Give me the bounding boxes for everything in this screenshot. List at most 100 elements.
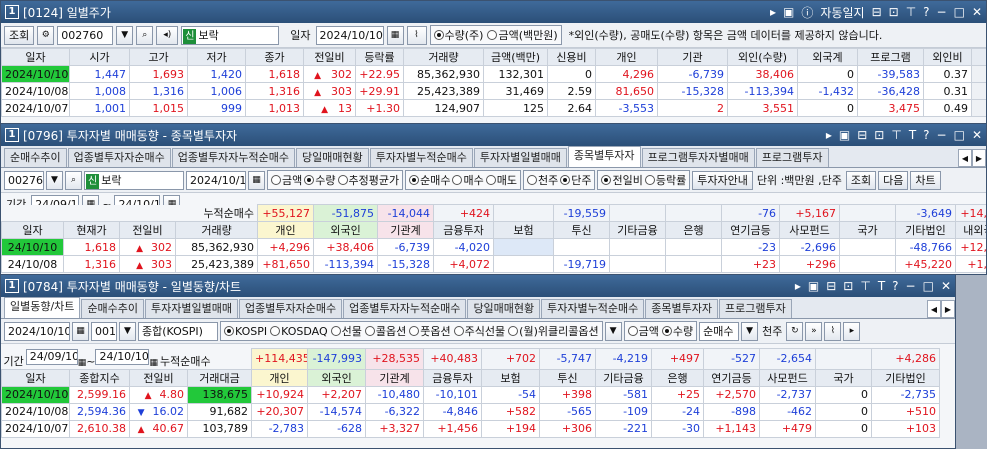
column-header[interactable]: 사모펀드 [759,368,817,387]
column-header[interactable]: 외국계 [797,48,858,66]
column-header[interactable]: 시가 [69,48,130,66]
column-header[interactable]: 기관계 [365,368,425,387]
push-pin-icon[interactable]: ⊤ [891,128,901,142]
push-pin-icon[interactable]: ⊤ [906,5,916,19]
column-header[interactable]: 외국인 [313,221,379,239]
column-header[interactable]: 내외국인 [955,221,986,239]
investor-guide-button[interactable]: 투자자안내 [692,170,753,190]
calendar-icon[interactable]: ▦ [78,358,87,368]
tab-0[interactable]: 일별동향/차트 [4,297,81,318]
radio-buy[interactable]: 매수 [452,172,484,188]
column-header[interactable]: 기타금융 [595,368,653,387]
column-header[interactable]: 은행 [651,368,705,387]
column-header[interactable]: 사모펀드 [779,221,841,239]
close-icon[interactable]: ✕ [972,128,982,142]
pin-icon[interactable]: ⊡ [874,128,884,142]
column-header[interactable]: 거래량 [403,48,484,66]
radio-put-option[interactable]: 풋옵션 [409,323,451,339]
table-row[interactable]: 2024/10/07 1,001 1,015 999 1,013 ▲ 13 +1.30 124,… [1,99,986,117]
tab-right-icon[interactable]: ▶ [972,149,986,167]
chart-icon[interactable]: ⌇ [406,25,427,45]
radio-prev-diff[interactable]: 전일비 [601,172,643,188]
tab-2[interactable]: 업종별투자자누적순매수 [171,148,296,167]
info-icon[interactable]: ⓘ [801,4,813,21]
tab-4[interactable]: 업종별투자자누적순매수 [343,299,467,318]
column-header[interactable]: 개인 [251,368,309,387]
column-header[interactable]: 등락률 [355,48,404,66]
tab-8[interactable]: 프로그램투자 [755,148,829,167]
column-header[interactable]: 저가 [187,48,246,66]
column-header[interactable]: 국가 [815,368,873,387]
radio-amount[interactable]: 금액(백만원) [487,27,558,43]
column-header[interactable]: 일자 [1,221,64,239]
column-header[interactable]: 전일비 [129,368,188,387]
column-header[interactable]: 투신 [553,221,611,239]
table-row[interactable]: 2024/10/08 2,594.36 ▼ 16.02 91,682 +20,307 -14… [1,402,941,421]
net-buy-select[interactable]: 순매수 [699,321,740,341]
chart-icon[interactable]: ⌇ [824,321,842,341]
column-header[interactable]: 종가 [245,48,304,66]
tab-5[interactable]: 당일매매현황 [467,299,541,318]
column-header[interactable]: 기관계 [377,221,435,239]
chevron-down-icon[interactable]: ▼ [119,321,136,341]
radio-quantity[interactable]: 수량(주) [433,27,483,43]
market-code-input[interactable]: 001 [91,321,117,341]
tab-6[interactable]: 투자자별누적순매수 [541,299,645,318]
column-header[interactable]: 현재가 [63,221,120,239]
fast-forward-icon[interactable]: » [805,321,823,341]
text-icon[interactable]: T [909,128,916,142]
link-icon[interactable]: ⊟ [857,128,867,142]
table-row[interactable]: 24/10/10 1,618 ▲ 302 85,362,930 +4,296 +38,406… [1,238,986,256]
chevron-down-icon[interactable]: ▼ [741,321,759,341]
memo-icon[interactable]: ▣ [783,5,794,19]
radio-thousand-shares[interactable]: 천주 [526,172,558,188]
column-header[interactable]: 은행 [665,221,723,239]
column-header[interactable]: 투신 [539,368,597,387]
chart-button[interactable]: 차트 [910,170,941,190]
radio-quantity[interactable]: 수량 [304,172,336,188]
column-header[interactable]: 외인비 [923,48,972,66]
column-header[interactable]: 기타법인 [871,368,941,387]
column-header[interactable]: 보험 [481,368,541,387]
column-header[interactable]: 금융투자 [433,221,495,239]
close-icon[interactable]: ✕ [941,279,951,293]
tab-1[interactable]: 업종별투자자순매수 [67,148,171,167]
column-header[interactable]: 기타법인 [895,221,957,239]
text-icon[interactable]: T [878,279,885,293]
minimize-icon[interactable]: − [937,5,947,19]
stock-code-input[interactable]: 002760 [57,25,114,45]
column-header[interactable]: 프로그램 [857,48,924,66]
radio-change-rate[interactable]: 등락률 [644,172,686,188]
stock-name-field[interactable]: 신 보락 [84,170,184,190]
calendar-icon[interactable]: ▦ [72,321,89,341]
column-header[interactable]: 개인 [257,221,315,239]
column-header[interactable]: 종합지수 [69,368,130,387]
tab-0[interactable]: 순매수추이 [4,148,67,167]
column-header[interactable]: 금액(백만) [483,48,548,66]
maximize-icon[interactable]: □ [923,279,934,293]
maximize-icon[interactable]: □ [954,128,965,142]
pin-icon[interactable]: ⊡ [889,5,899,19]
chevron-down-icon[interactable]: ▼ [46,170,63,190]
search-icon[interactable]: ⌕ [136,25,154,45]
radio-amount[interactable]: 금액 [627,323,659,339]
minimize-icon[interactable]: − [937,128,947,142]
tab-3[interactable]: 업종별투자자순매수 [239,299,343,318]
calendar-icon[interactable]: ▦ [149,358,158,368]
tab-1[interactable]: 순매수추이 [81,299,145,318]
arrow-right-icon[interactable]: ▸ [843,321,861,341]
column-header[interactable]: 보험 [493,221,555,239]
pin-icon[interactable]: ⊡ [843,279,853,293]
tab-6[interactable]: 종목별투자자 [567,146,641,167]
memo-icon[interactable]: ▣ [839,128,850,142]
arrow-right-icon[interactable]: ▸ [826,128,832,142]
radio-sell[interactable]: 매도 [485,172,517,188]
table-row[interactable]: 2024/10/10 2,599.16 ▲ 4.80 138,675 +10,924 +2,… [1,385,941,404]
column-header[interactable]: 외인(수량) [727,48,798,66]
column-header[interactable]: 기관 [657,48,728,66]
table-row[interactable]: 2024/10/07 2,610.38 ▲ 40.67 103,789 -2,783 -62… [1,419,941,438]
table-row[interactable]: 2024/10/08 1,008 1,316 1,006 1,316 ▲ 303 +29.91… [1,82,986,100]
titlebar[interactable]: 1 [0124] 일별주가 ▸ ▣ ⓘ 자동일지 ⊟ ⊡ ⊤ ? − □ ✕ [1,1,986,23]
column-header[interactable]: 국가 [839,221,897,239]
titlebar[interactable]: 1 [0796] 투자자별 매매동향 - 종목별투자자 ▸ ▣ ⊟ ⊡ ⊤ T … [1,124,986,146]
